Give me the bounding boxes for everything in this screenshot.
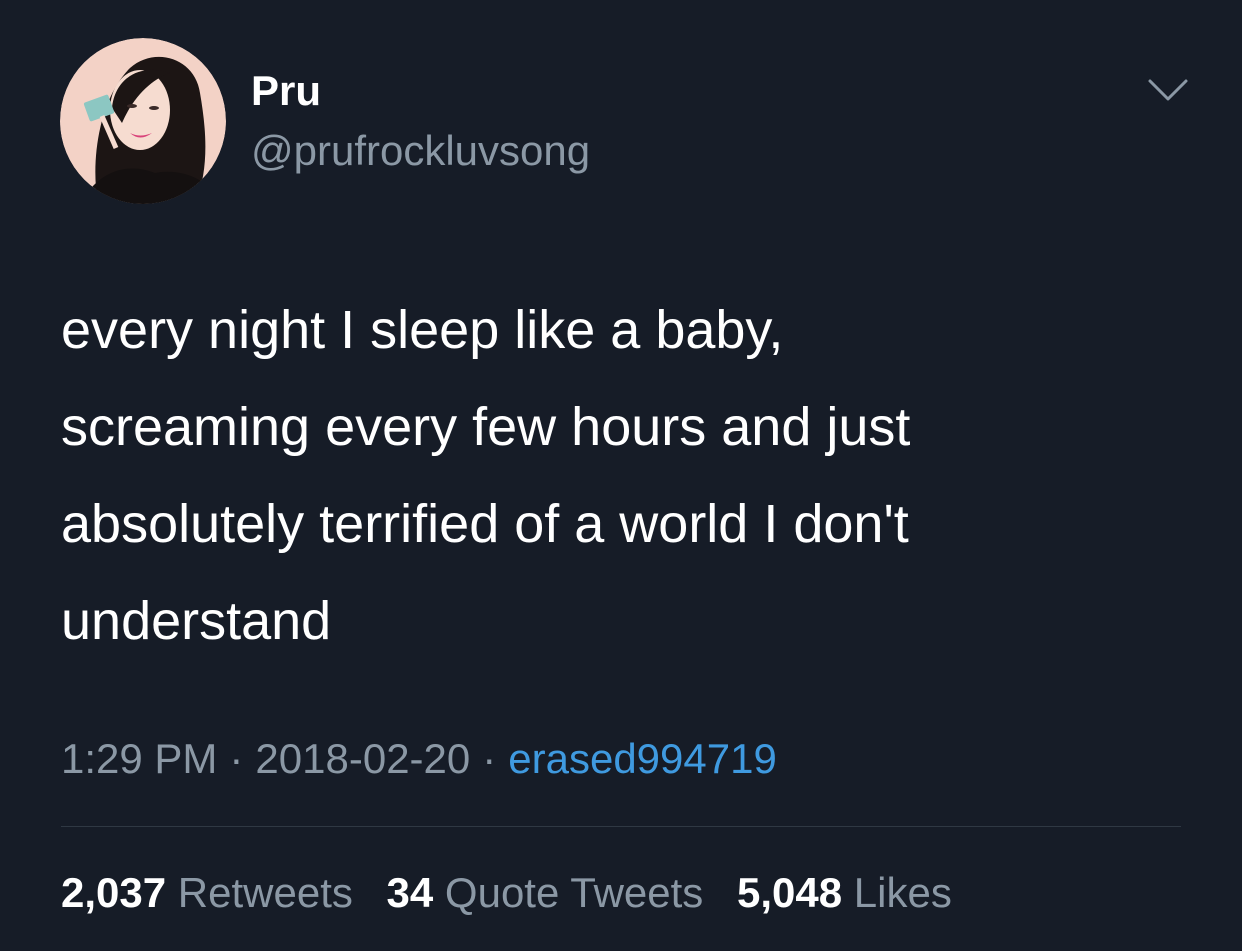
separator: · (229, 735, 244, 782)
quote-tweets-label: Quote Tweets (444, 869, 704, 916)
retweets-label: Retweets (177, 869, 353, 916)
likes-label: Likes (853, 869, 952, 916)
tweet-date[interactable]: 2018-02-20 (255, 735, 470, 782)
chevron-down-icon (1148, 79, 1188, 101)
quote-tweets-count: 34 (386, 869, 434, 916)
retweets-stat[interactable]: 2,037 Retweets (61, 869, 353, 916)
tweet-source-link[interactable]: erased994719 (508, 735, 777, 782)
tweet-card: Pru @prufrockluvsong every night I sleep… (0, 0, 1242, 951)
tweet-time[interactable]: 1:29 PM (61, 735, 217, 782)
profile-photo-icon (60, 38, 226, 204)
tweet-stats: 2,037 Retweets 34 Quote Tweets 5,048 Lik… (61, 866, 974, 920)
tweet-text: every night I sleep like a baby, screami… (61, 300, 911, 651)
separator: · (482, 735, 497, 782)
display-name[interactable]: Pru (251, 66, 321, 116)
likes-stat[interactable]: 5,048 Likes (737, 869, 952, 916)
user-handle[interactable]: @prufrockluvsong (251, 126, 590, 176)
retweets-count: 2,037 (61, 869, 167, 916)
avatar[interactable] (60, 38, 226, 204)
tweet-menu-button[interactable] (1146, 72, 1190, 108)
divider (61, 826, 1181, 827)
tweet-meta: 1:29 PM · 2018-02-20 · erased994719 (61, 732, 777, 786)
likes-count: 5,048 (736, 869, 843, 916)
quote-tweets-stat[interactable]: 34 Quote Tweets (387, 869, 704, 916)
